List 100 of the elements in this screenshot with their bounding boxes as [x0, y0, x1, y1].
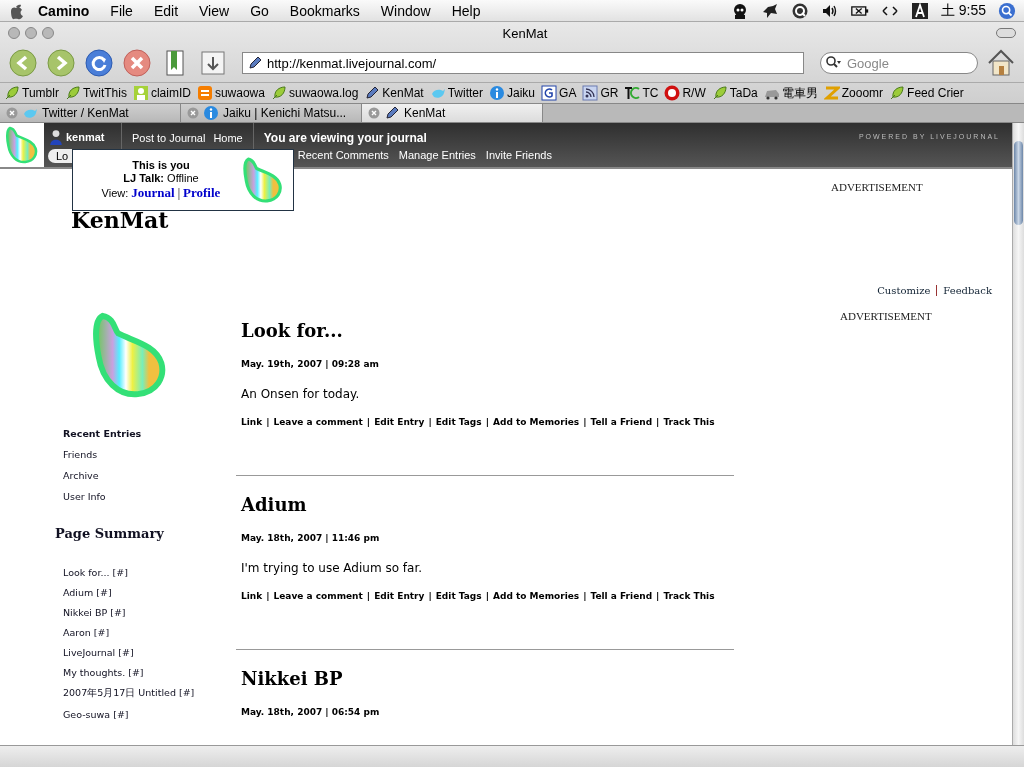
- popup-link[interactable]: Journal: [131, 185, 175, 201]
- separator: |: [266, 591, 270, 601]
- summary-link[interactable]: Geo-suwa [#]: [63, 709, 236, 720]
- sidebar-link[interactable]: User Info: [63, 491, 236, 502]
- leaf-icon: [4, 85, 20, 101]
- bookmark-link[interactable]: 電車男: [763, 84, 818, 102]
- leaf-icon: [270, 85, 287, 101]
- entry-action-link[interactable]: Link: [241, 417, 263, 427]
- footer-link[interactable]: Customize: [877, 285, 931, 296]
- letter-g-icon: [541, 85, 558, 101]
- close-icon[interactable]: [6, 107, 18, 119]
- bookmark-link[interactable]: GR: [582, 85, 619, 101]
- separator: |: [583, 417, 587, 427]
- entry-action-link[interactable]: Edit Entry: [374, 417, 425, 427]
- menubar-clock[interactable]: 土 9:55: [940, 1, 986, 20]
- leaf-icon: [711, 85, 728, 101]
- viewing-heading: You are viewing your journal: [263, 131, 428, 145]
- forward-button[interactable]: [46, 48, 76, 78]
- search-field[interactable]: Google: [820, 52, 978, 74]
- blog-icon: [196, 85, 213, 101]
- bookmark-link[interactable]: claimID: [132, 85, 191, 101]
- menu-item[interactable]: Bookmarks: [289, 2, 360, 19]
- bookmark-link[interactable]: KenMat: [364, 85, 424, 101]
- scrollbar[interactable]: [1012, 123, 1024, 745]
- popup-link[interactable]: Profile: [183, 185, 221, 201]
- bookmark-link[interactable]: Jaiku: [489, 85, 536, 101]
- separator: |: [428, 417, 432, 427]
- username-link[interactable]: kenmat: [66, 131, 105, 143]
- entry-action-link[interactable]: Tell a Friend: [590, 417, 653, 427]
- leaf-icon: [64, 85, 81, 101]
- menu-item[interactable]: Window: [380, 2, 431, 19]
- nav-link[interactable]: Invite Friends: [485, 149, 552, 161]
- bookmark-link[interactable]: Twitter: [429, 85, 484, 101]
- menu-item[interactable]: File: [110, 2, 133, 19]
- bookmark-link[interactable]: Zooomr: [823, 85, 884, 101]
- footer-link[interactable]: Feedback: [943, 285, 992, 296]
- bookmark-link[interactable]: R/W: [664, 85, 706, 101]
- separator: |: [485, 591, 489, 601]
- menu-item[interactable]: Help: [451, 2, 481, 19]
- entry-action-link[interactable]: Add to Memories: [492, 417, 580, 427]
- nav-link[interactable]: Home: [213, 132, 243, 144]
- browser-tab[interactable]: Jaiku | Kenichi Matsu...: [181, 104, 362, 122]
- separator: |: [177, 186, 181, 201]
- entry-action-link[interactable]: Leave a comment: [273, 591, 363, 601]
- entry-action-link[interactable]: Track This: [663, 591, 715, 601]
- summary-link[interactable]: Adium [#]: [63, 587, 236, 598]
- nav-link[interactable]: Manage Entries: [398, 149, 476, 161]
- entry-action-link[interactable]: Track This: [663, 417, 715, 427]
- bookmark-link[interactable]: TaDa: [711, 85, 758, 101]
- toolbar-toggle-icon[interactable]: [996, 28, 1016, 38]
- app-menu[interactable]: Camino: [38, 2, 90, 19]
- window-control-icon[interactable]: [8, 27, 20, 39]
- nav-link[interactable]: Recent Comments: [297, 149, 389, 161]
- entry-action-link[interactable]: Edit Entry: [374, 591, 425, 601]
- browser-tab[interactable]: KenMat: [362, 104, 543, 122]
- reload-button[interactable]: [84, 48, 114, 78]
- address-field[interactable]: http://kenmat.livejournal.com/: [242, 52, 804, 74]
- browser-tab[interactable]: Twitter / KenMat: [0, 104, 181, 122]
- nav-link[interactable]: Post to Journal: [132, 132, 206, 144]
- summary-link[interactable]: My thoughts. [#]: [63, 667, 236, 678]
- entry-action-link[interactable]: Add to Memories: [492, 591, 580, 601]
- entry-action-link[interactable]: Edit Tags: [435, 591, 482, 601]
- menu-item[interactable]: Go: [250, 2, 269, 19]
- menu-item[interactable]: Edit: [153, 2, 179, 19]
- spotlight-search-icon[interactable]: [998, 1, 1016, 20]
- window-control-icon[interactable]: [25, 27, 37, 39]
- bookmark-link[interactable]: Feed Crier: [889, 85, 964, 101]
- sidebar-link[interactable]: Archive: [63, 470, 236, 481]
- close-icon[interactable]: [368, 107, 380, 119]
- entry-title: Look for...: [241, 320, 344, 341]
- zigzag-icon: [823, 85, 840, 101]
- stop-button[interactable]: [122, 48, 152, 78]
- menu-item[interactable]: View: [199, 2, 230, 19]
- entry-action-link[interactable]: Leave a comment: [273, 417, 363, 427]
- section-heading: Page Summary: [55, 526, 165, 541]
- bookmark-link[interactable]: suwaowa.log: [270, 85, 359, 101]
- summary-link[interactable]: Look for... [#]: [63, 567, 236, 578]
- feed-icon: [582, 85, 599, 101]
- summary-link[interactable]: Aaron [#]: [63, 627, 236, 638]
- popup-title: This is you: [132, 159, 190, 171]
- close-icon[interactable]: [187, 107, 199, 119]
- input-menu-icon[interactable]: [910, 1, 929, 20]
- bookmark-link[interactable]: Tumblr: [4, 85, 59, 101]
- sidebar-link[interactable]: Friends: [63, 449, 236, 460]
- bookmark-link[interactable]: TC: [624, 85, 659, 101]
- leaf-icon: [889, 85, 906, 101]
- bookmark-link[interactable]: suwaowa: [196, 85, 265, 101]
- entry-action-link[interactable]: Edit Tags: [435, 417, 482, 427]
- bookmark-link[interactable]: TwitThis: [64, 85, 127, 101]
- entry-action-link[interactable]: Link: [241, 591, 263, 601]
- window-control-icon[interactable]: [42, 27, 54, 39]
- summary-link[interactable]: Nikkei BP [#]: [63, 607, 236, 618]
- back-button[interactable]: [8, 48, 38, 78]
- summary-link[interactable]: LiveJournal [#]: [63, 647, 236, 658]
- downloads-button[interactable]: [198, 48, 228, 78]
- summary-link[interactable]: 2007年5月17日 Untitled [#]: [63, 687, 236, 700]
- bookmark-link[interactable]: GA: [541, 85, 577, 101]
- home-button[interactable]: [986, 48, 1016, 78]
- sidebar-link[interactable]: Recent Entries: [63, 428, 236, 439]
- entry-action-link[interactable]: Tell a Friend: [590, 591, 653, 601]
